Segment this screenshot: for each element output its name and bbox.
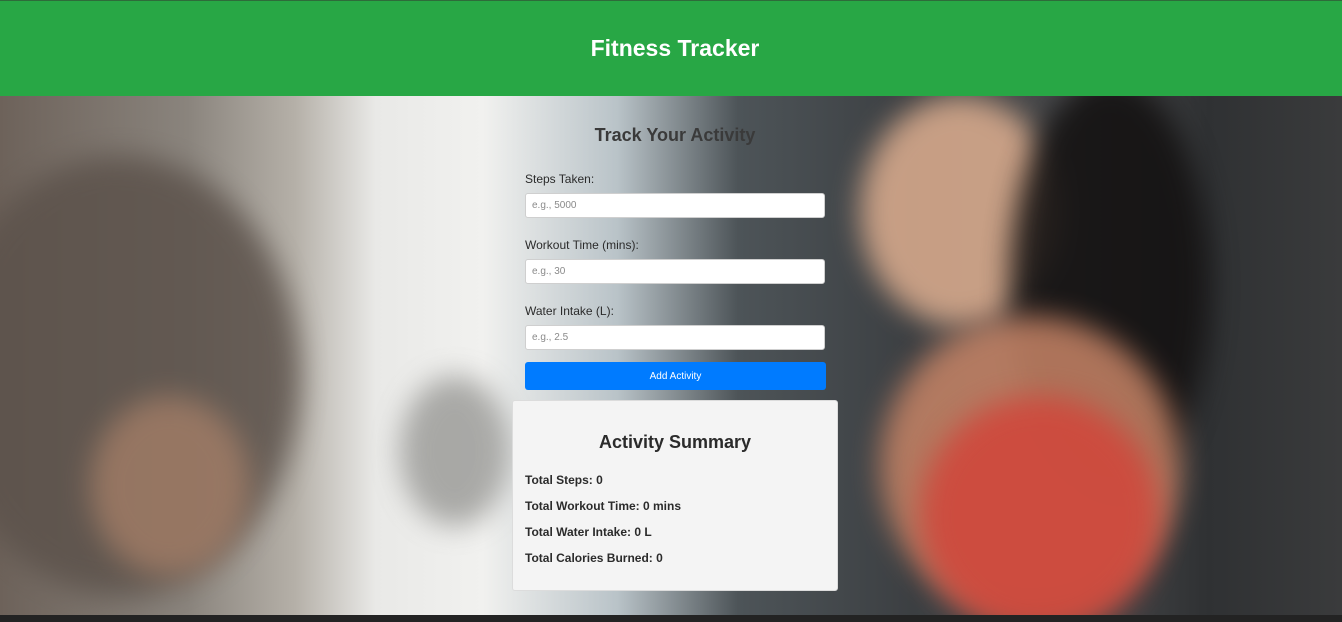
steps-label: Steps Taken: (525, 172, 595, 186)
water-intake-input[interactable] (525, 325, 825, 350)
total-workout-time: Total Workout Time: 0 mins (525, 499, 682, 513)
summary-title: Activity Summary (598, 432, 752, 452)
total-water-intake: Total Water Intake: 0 L (525, 525, 652, 539)
app-title: Fitness Tracker (590, 35, 760, 61)
total-calories-burned: Total Calories Burned: 0 (525, 551, 663, 565)
bg-reflection-face (90, 396, 250, 576)
bg-equipment (400, 376, 510, 526)
activity-summary-card: Activity Summary Total Steps: 0 Total Wo… (512, 400, 838, 591)
form-title: Track Your Activity (594, 125, 756, 145)
water-intake-label: Water Intake (L): (525, 304, 614, 318)
activity-form: Track Your Activity Steps Taken: Workout… (512, 96, 838, 390)
add-activity-button[interactable]: Add Activity (525, 362, 826, 390)
bottom-bar (0, 615, 1342, 622)
workout-time-label: Workout Time (mins): (525, 238, 639, 252)
total-steps: Total Steps: 0 (525, 473, 603, 487)
workout-time-input[interactable] (525, 259, 825, 284)
steps-input[interactable] (525, 193, 825, 218)
app-header: Fitness Tracker (0, 0, 1342, 96)
